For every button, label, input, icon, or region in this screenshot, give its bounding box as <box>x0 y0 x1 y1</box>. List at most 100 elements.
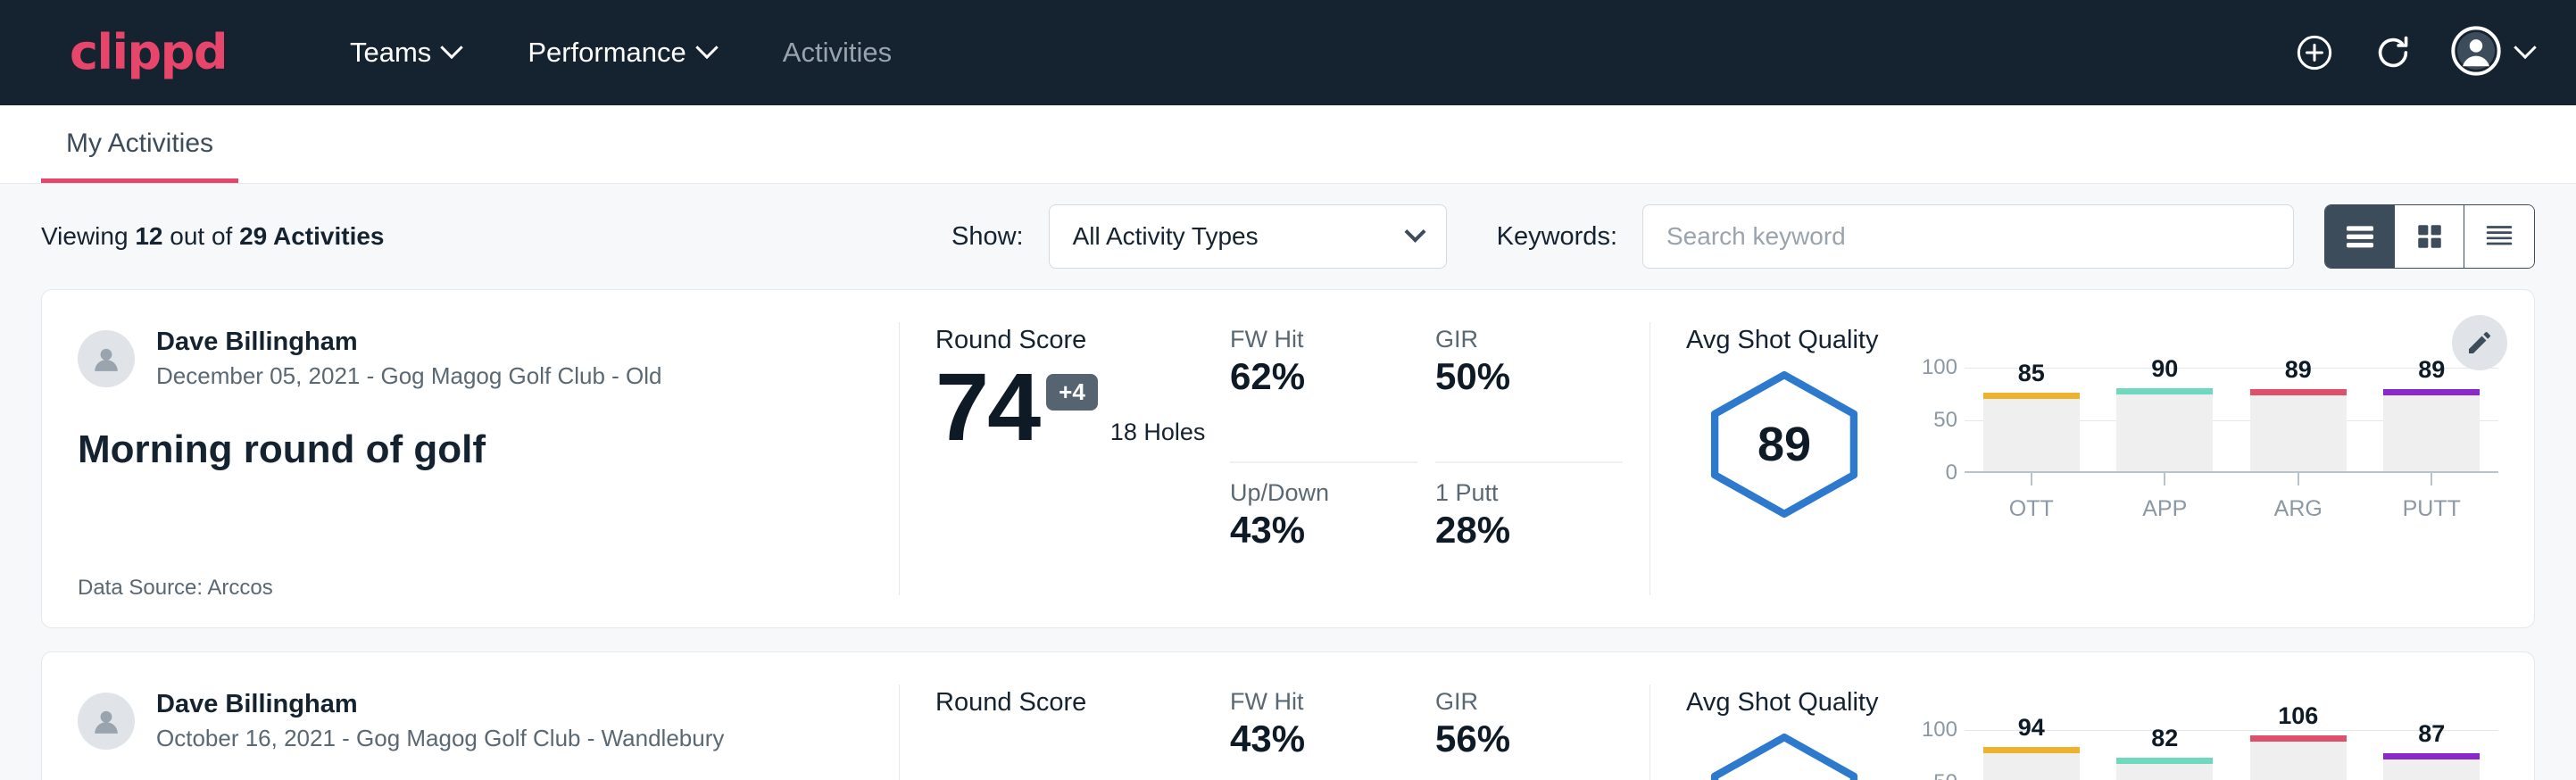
stat-label: GIR <box>1435 326 1605 353</box>
shot-quality-hexagon <box>1686 723 1882 780</box>
shot-quality-chart: 100 50 0 94 <box>1882 723 2498 780</box>
edit-activity-button[interactable] <box>2452 315 2507 370</box>
viewing-count-text: Viewing 12 out of 29 Activities <box>41 222 385 251</box>
chart-x-labels: OTT APP ARG PUTT <box>1965 473 2498 522</box>
bar-value-label: 85 <box>1983 360 2080 387</box>
bar-rect <box>1983 747 2080 780</box>
header-actions <box>2294 26 2533 80</box>
bar-cap <box>2116 758 2213 764</box>
tab-bar: My Activities <box>0 105 2576 184</box>
nav-item-performance[interactable]: Performance <box>494 37 748 69</box>
activity-card[interactable]: Dave Billingham October 16, 2021 - Gog M… <box>41 651 2535 780</box>
bar-ott: 85 <box>1983 368 2080 471</box>
keywords-label: Keywords: <box>1497 222 1617 252</box>
activity-meta: December 05, 2021 - Gog Magog Golf Club … <box>156 361 662 392</box>
main-nav: Teams Performance Activities <box>316 37 926 69</box>
activity-card[interactable]: Dave Billingham December 05, 2021 - Gog … <box>41 289 2535 628</box>
round-score-block: Round Score <box>900 652 1230 780</box>
chart-y-axis: 100 50 0 <box>1913 730 1965 780</box>
chevron-down-icon <box>441 37 463 59</box>
chart-bars: 85 90 <box>1965 368 2498 471</box>
activity-author: Dave Billingham October 16, 2021 - Gog M… <box>78 688 854 754</box>
stat-value: 50% <box>1435 355 1605 398</box>
bar-app: 90 <box>2116 368 2213 471</box>
account-menu[interactable] <box>2451 26 2533 80</box>
bar-rect <box>1983 393 2080 471</box>
stat-value: 43% <box>1230 718 1400 760</box>
activity-summary: Dave Billingham December 05, 2021 - Gog … <box>42 290 899 627</box>
stat-label: Up/Down <box>1230 479 1400 507</box>
avg-shot-quality-label: Avg Shot Quality <box>1686 688 2498 718</box>
bar-ott: 94 <box>1983 730 2080 780</box>
y-tick-label: 50 <box>1933 770 1957 780</box>
bar-cap <box>2250 735 2347 742</box>
avg-shot-quality-value: 89 <box>1757 417 1811 472</box>
avatar <box>78 330 135 387</box>
list-compact-icon <box>2342 221 2378 252</box>
bar-value-label: 90 <box>2116 355 2213 383</box>
player-name: Dave Billingham <box>156 688 724 720</box>
view-mode-list-compact[interactable] <box>2325 205 2395 268</box>
stat-value: 28% <box>1435 509 1605 552</box>
activity-type-select[interactable]: All Activity Types <box>1049 204 1447 269</box>
clippd-logo[interactable]: clippd <box>70 29 227 77</box>
add-circle-icon[interactable] <box>2294 32 2335 73</box>
stat-gir: GIR 56% <box>1435 688 1623 780</box>
activity-author: Dave Billingham December 05, 2021 - Gog … <box>78 326 854 392</box>
round-score-label: Round Score <box>935 688 1230 718</box>
chevron-down-icon <box>695 37 718 59</box>
round-score-block: Round Score 74 +4 18 Holes <box>900 290 1230 627</box>
x-tick-label: PUTT <box>2383 496 2480 522</box>
score-diff-badge: +4 <box>1046 374 1098 411</box>
viewing-count: 12 <box>135 222 162 250</box>
activity-meta: October 16, 2021 - Gog Magog Golf Club -… <box>156 724 724 754</box>
nav-item-teams[interactable]: Teams <box>316 37 494 69</box>
viewing-total: 29 Activities <box>239 222 384 250</box>
x-tick-label: OTT <box>1983 496 2080 522</box>
grid-view-icon <box>2414 220 2446 253</box>
chevron-down-icon <box>1404 220 1425 242</box>
round-stats-grid: FW Hit 62% GIR 50% Up/Down 43% 1 Putt 28… <box>1230 290 1649 627</box>
round-score-value: 74 <box>935 359 1039 455</box>
nav-item-label: Activities <box>783 37 892 69</box>
hexagon-icon <box>1699 728 1869 780</box>
y-tick-label: 100 <box>1922 355 1957 380</box>
view-mode-toggle <box>2324 204 2535 269</box>
refresh-icon[interactable] <box>2372 32 2414 73</box>
tab-label: My Activities <box>66 129 213 158</box>
stat-one-putt: 1 Putt 28% <box>1435 463 1623 601</box>
view-mode-list-detail[interactable] <box>2464 205 2534 268</box>
round-score-label: Round Score <box>935 326 1230 355</box>
bar-value-label: 82 <box>2116 725 2213 752</box>
y-tick-label: 100 <box>1922 718 1957 743</box>
bar-rect <box>2383 389 2480 471</box>
bar-cap <box>2116 388 2213 394</box>
stat-label: FW Hit <box>1230 688 1400 716</box>
bar-app: 82 <box>2116 730 2213 780</box>
player-name: Dave Billingham <box>156 326 662 358</box>
chevron-down-icon <box>2514 37 2536 59</box>
edit-icon <box>2465 328 2494 357</box>
avg-shot-quality-block: Avg Shot Quality 89 100 50 0 <box>1650 290 2534 627</box>
chart-bars: 94 82 106 8 <box>1965 730 2498 780</box>
bar-rect <box>2116 388 2213 471</box>
view-mode-grid[interactable] <box>2395 205 2464 268</box>
stat-up-down: Up/Down 43% <box>1230 463 1417 601</box>
round-stats-grid: FW Hit 43% GIR 56% Up/Down 1 Putt <box>1230 652 1649 780</box>
avg-shot-quality-block: Avg Shot Quality 100 50 0 <box>1650 652 2534 780</box>
search-input[interactable] <box>1642 204 2294 269</box>
nav-item-label: Teams <box>350 37 431 69</box>
activity-type-value: All Activity Types <box>1073 222 1259 251</box>
stat-fw-hit: FW Hit 43% <box>1230 688 1417 780</box>
bar-rect <box>2383 753 2480 780</box>
activity-title: Morning round of golf <box>78 427 854 472</box>
bar-putt: 87 <box>2383 730 2480 780</box>
tab-my-activities[interactable]: My Activities <box>41 129 238 183</box>
bar-cap <box>2383 389 2480 395</box>
bar-arg: 89 <box>2250 368 2347 471</box>
stat-label: FW Hit <box>1230 326 1400 353</box>
holes-label: 18 Holes <box>1110 419 1206 446</box>
nav-item-activities[interactable]: Activities <box>749 37 926 69</box>
chart-y-axis: 100 50 0 <box>1913 368 1965 473</box>
bar-rect <box>2116 758 2213 780</box>
